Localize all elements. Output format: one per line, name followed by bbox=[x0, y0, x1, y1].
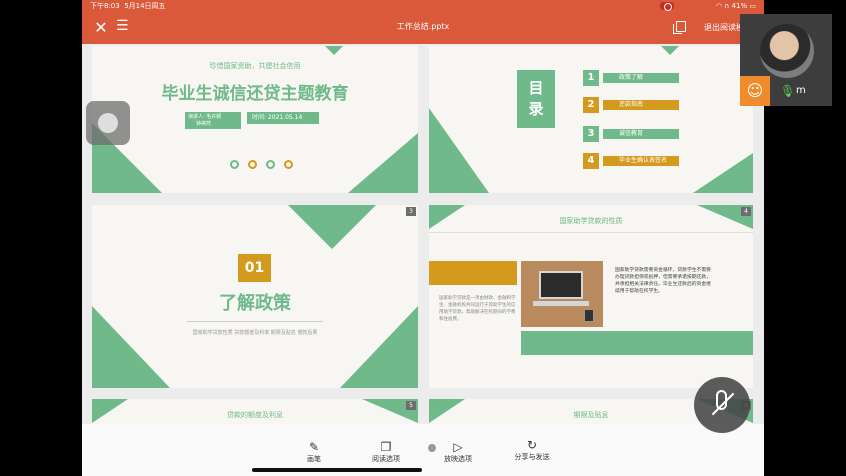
share-label: 分享与发送 bbox=[514, 453, 550, 461]
toc-item-number: 2 bbox=[583, 97, 599, 113]
play-options-label: 放映选项 bbox=[444, 455, 472, 463]
phone-icon bbox=[584, 309, 594, 322]
slide-decoration bbox=[325, 46, 343, 55]
section-divider bbox=[187, 321, 323, 322]
status-time: 下午8:03 bbox=[90, 2, 120, 10]
screen-record-icon bbox=[660, 2, 674, 11]
status-bar: 下午8:03 5月14日周五 ◠ ∩ 41% ▭ bbox=[82, 0, 764, 12]
slide-decoration bbox=[92, 306, 170, 388]
slide-dots bbox=[230, 154, 294, 173]
wifi-icon: ◠ bbox=[715, 2, 722, 10]
slide-heading: 国家助学贷款的性质 bbox=[559, 217, 623, 225]
laptop-base bbox=[533, 301, 589, 306]
green-banner bbox=[521, 331, 753, 355]
heading-divider bbox=[429, 232, 753, 233]
slide-number: 4 bbox=[741, 207, 751, 216]
home-indicator[interactable] bbox=[252, 468, 422, 472]
dot-icon bbox=[230, 160, 239, 169]
bottom-toolbar: ✎ 画笔 ❐ 阅读选项 ▷ 放映选项 ↻ 分享与发送 bbox=[82, 424, 764, 476]
assistive-touch-button[interactable] bbox=[86, 101, 130, 145]
read-options-label: 阅读选项 bbox=[372, 455, 400, 463]
battery-icon: ▭ bbox=[749, 2, 756, 10]
microphone-icon: 🎙 bbox=[780, 84, 796, 98]
mute-microphone-button[interactable] bbox=[694, 377, 750, 433]
share-icon: ↻ bbox=[526, 438, 538, 452]
toc-item-label: 毕业生确认表签名 bbox=[603, 156, 679, 166]
dot-icon bbox=[248, 160, 258, 169]
pen-icon: ✎ bbox=[308, 440, 320, 454]
laptop-image bbox=[521, 261, 603, 327]
slide-thumbnail-2[interactable]: 目 录 1 政策了解 2 还款指南 3 诚信教育 4 毕业生确认表签名 bbox=[429, 46, 753, 193]
toc-item-number: 1 bbox=[583, 70, 599, 86]
participant-avatar bbox=[760, 24, 814, 78]
participant-video-tile[interactable]: ☺ 🎙 m bbox=[740, 14, 832, 106]
slide-thumbnail-5[interactable]: 5 贷款的额度及利息 bbox=[92, 399, 418, 424]
status-date: 5月14日周五 bbox=[124, 2, 166, 10]
date-box: 时间: 2021.05.14 bbox=[247, 112, 319, 124]
slide-decoration bbox=[693, 153, 753, 193]
headphones-icon: ∩ bbox=[724, 2, 730, 10]
participant-name: m bbox=[796, 85, 806, 96]
status-battery: ◠ ∩ 41% ▭ bbox=[716, 0, 756, 12]
read-options-button[interactable]: ❐ 阅读选项 bbox=[356, 440, 416, 464]
play-icon: ▷ bbox=[453, 440, 463, 454]
slide-thumbnail-3[interactable]: 3 01 了解政策 国家助学贷款性质 贷款额度及利率 期限及贴息 偿款后果 bbox=[92, 205, 418, 388]
presenter-box: 演讲人: 毛卉颖 钟祺然 bbox=[185, 112, 241, 129]
user-icon[interactable]: ☺ bbox=[740, 76, 770, 106]
copy-icon[interactable] bbox=[673, 21, 686, 34]
slide-tagline: 珍惜国家资助，共建社会信用 bbox=[209, 62, 301, 70]
pen-button[interactable]: ✎ 画笔 bbox=[284, 440, 344, 464]
toc-label: 目 录 bbox=[517, 70, 555, 128]
gold-banner bbox=[429, 261, 517, 285]
slide-thumbnail-1[interactable]: 珍惜国家资助，共建社会信用 毕业生诚信还贷主题教育 演讲人: 毛卉颖 钟祺然 时… bbox=[92, 46, 418, 193]
slide-title: 毕业生诚信还贷主题教育 bbox=[161, 84, 349, 104]
share-button[interactable]: ↻ 分享与发送 bbox=[502, 438, 562, 462]
slide-decoration bbox=[340, 306, 418, 388]
slide-thumbnail-4[interactable]: 4 国家助学贷款的性质 国家助学贷款是一项由财政、金融和学生、金融机构共同运行于… bbox=[429, 205, 753, 388]
section-title: 了解政策 bbox=[219, 293, 291, 314]
document-toolbar: ✕ ☰ 工作总结.pptx 退出阅读模式 bbox=[82, 12, 764, 44]
laptop-screen bbox=[539, 271, 583, 299]
right-text: 国家助学贷款需要资金循环。贷款学生不需要办理贷款担保或抵押，但需要承诺按期还款，… bbox=[615, 268, 711, 294]
status-time-date: 下午8:03 5月14日周五 bbox=[90, 0, 166, 12]
left-text: 国家助学贷款是一项由财政、金融和学生、金融机构共同运行于资助学生的信用助学贷款，… bbox=[439, 296, 516, 322]
slide-decoration bbox=[429, 108, 489, 193]
file-title: 工作总结.pptx bbox=[396, 22, 450, 31]
slide-decoration bbox=[288, 205, 376, 249]
slide-number: 5 bbox=[406, 401, 416, 410]
battery-percent: 41% bbox=[731, 2, 748, 10]
play-options-button[interactable]: ▷ 放映选项 bbox=[428, 440, 488, 464]
toc-item-number: 3 bbox=[583, 126, 599, 142]
slide-decoration bbox=[661, 46, 679, 55]
slide-heading: 贷款的额度及利息 bbox=[227, 411, 283, 419]
slide-number: 3 bbox=[406, 207, 416, 216]
pen-label: 画笔 bbox=[307, 455, 321, 463]
section-number: 01 bbox=[238, 254, 271, 282]
toc-item-number: 4 bbox=[583, 153, 599, 169]
slide-decoration bbox=[348, 133, 418, 193]
section-subtitle: 国家助学贷款性质 贷款额度及利率 期限及贴息 偿款后果 bbox=[192, 330, 318, 336]
toc-item-label: 政策了解 bbox=[603, 73, 679, 83]
book-icon: ❐ bbox=[380, 440, 392, 454]
toc-item-label: 诚信教育 bbox=[603, 129, 679, 139]
toc-item-label: 还款指南 bbox=[603, 100, 679, 110]
dot-icon bbox=[266, 160, 276, 169]
app-screen: 下午8:03 5月14日周五 ◠ ∩ 41% ▭ ✕ ☰ 工作总结.pptx 退… bbox=[82, 0, 764, 476]
dot-icon bbox=[284, 160, 294, 169]
